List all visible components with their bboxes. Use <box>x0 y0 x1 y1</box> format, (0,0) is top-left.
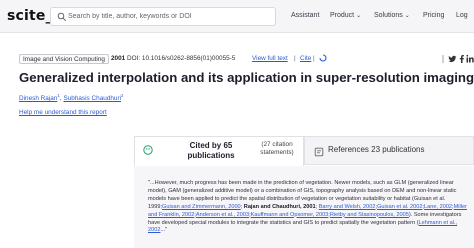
divider: | <box>313 55 315 62</box>
citation-statement-card: "...However, much progress has been made… <box>134 166 474 248</box>
nav-login-label: Log <box>456 12 468 19</box>
nav-solutions-label: Solutions <box>374 12 403 19</box>
facebook-icon[interactable] <box>458 54 465 64</box>
reference-link[interactable]: Rietby and Stasinopoulos, 2005 <box>330 212 409 218</box>
reference-link[interactable]: Kauffmann and Opsomer, 2003 <box>251 212 329 218</box>
doi-text: DOI: 10.1016/s0262-8856(01)00055-5 <box>127 55 236 62</box>
reference-link[interactable]: Guisan et al. 2002 <box>377 204 422 210</box>
nav-solutions[interactable]: Solutions ⌄ <box>374 12 410 19</box>
nav-assistant[interactable]: Assistant <box>291 12 319 19</box>
tab-cited-by[interactable]: Cited by 65 publications (27 citation st… <box>134 136 304 166</box>
reference-link[interactable]: Guisan and Zimmermann, 2000 <box>162 204 241 210</box>
scite-logo[interactable]: scite_ <box>7 8 53 24</box>
references-label: References 23 publications <box>328 145 425 154</box>
citation-snippet: "...However, much progress has been made… <box>148 180 468 235</box>
reference-link[interactable]: Barry and Welsh, 2002 <box>319 204 376 210</box>
reference-link[interactable]: Lane, 2002 <box>424 204 452 210</box>
top-navigation-bar: scite_ Assistant Product⌄ Solutions⌄ Pri… <box>0 0 474 33</box>
cited-by-label: Cited by 65 publications <box>187 141 235 160</box>
view-full-text-link[interactable]: View full text <box>252 55 288 62</box>
author-link[interactable]: Dinesh Rajan <box>19 95 57 102</box>
linkedin-icon[interactable] <box>466 54 474 64</box>
author-separator: , <box>59 95 62 103</box>
divider <box>442 55 444 63</box>
snippet-text: ..." <box>160 227 168 234</box>
nav-assistant-label: Assistant <box>291 12 320 19</box>
chevron-down-icon: ⌄ <box>404 13 410 19</box>
help-understand-report-link[interactable]: Help me understand this report <box>19 109 107 116</box>
tab-references[interactable]: References 23 publications <box>304 136 474 165</box>
publication-year: 2001 <box>111 55 126 62</box>
nav-product-label: Product <box>330 12 355 19</box>
divider: | <box>294 55 296 62</box>
chevron-down-icon: ⌄ <box>356 13 362 19</box>
search-icon <box>57 12 67 22</box>
journal-badge[interactable]: Image and Vision Computing <box>19 54 109 64</box>
highlighted-citation: Rajan and Chaudhuri, 2001 <box>243 203 316 210</box>
reference-link[interactable]: Anderson et al., 2003 <box>196 212 249 218</box>
nav-product[interactable]: Product ⌄ <box>330 12 361 19</box>
nav-login[interactable]: Log <box>456 12 468 19</box>
loading-spinner-icon <box>319 54 327 62</box>
paper-title: Generalized interpolation and its applic… <box>19 70 474 85</box>
references-icon <box>314 147 324 157</box>
affiliation-marker: 2 <box>121 93 124 98</box>
citation-bubble-icon <box>143 145 153 155</box>
search-input[interactable] <box>68 9 273 24</box>
search-box[interactable] <box>50 7 276 26</box>
twitter-icon[interactable] <box>448 54 457 64</box>
citation-statements-count: (27 citation statements) <box>260 141 294 156</box>
nav-pricing[interactable]: Pricing <box>423 12 444 19</box>
author-list: Dinesh Rajan1, Subhasis Chaudhuri2 <box>19 93 124 102</box>
nav-pricing-label: Pricing <box>423 12 445 19</box>
cite-link[interactable]: Cite <box>300 55 311 62</box>
citation-tabs: Cited by 65 publications (27 citation st… <box>0 128 474 166</box>
author-link[interactable]: Subhasis Chaudhuri <box>63 95 121 102</box>
